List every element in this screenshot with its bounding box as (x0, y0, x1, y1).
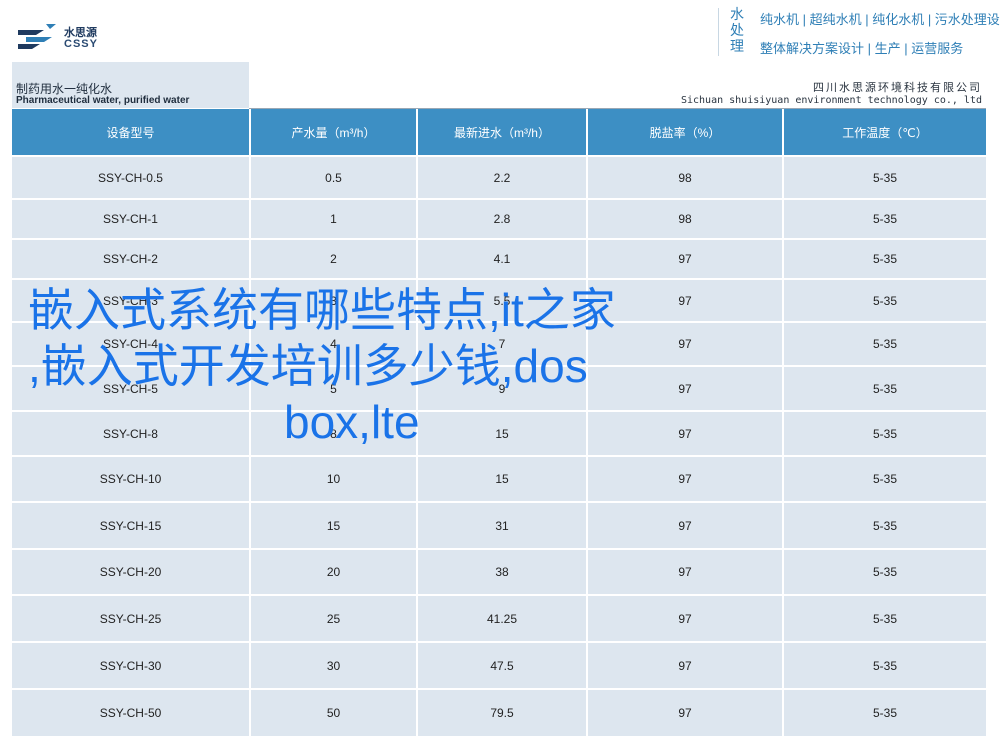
cell-output: 25 (250, 594, 418, 642)
cell-model: SSY-CH-20 (12, 548, 251, 595)
cell-output: 15 (250, 501, 418, 549)
cell-model: SSY-CH-10 (12, 455, 251, 502)
cell-temperature: 5-35 (783, 238, 986, 279)
cell-desalination: 97 (587, 455, 784, 502)
table-row: SSY-CH-0.5 0.5 2.2 98 5-35 (12, 155, 986, 199)
cell-inflow: 2.8 (417, 198, 588, 239)
cell-inflow: 15 (417, 455, 588, 502)
column-header-temperature: 工作温度（℃） (783, 109, 986, 156)
header-divider (718, 8, 719, 56)
company-name-en: Sichuan shuisiyuan environment technolog… (680, 95, 982, 106)
cell-output: 2 (250, 238, 418, 279)
cell-desalination: 97 (587, 641, 784, 689)
cell-inflow: 2.2 (417, 155, 588, 199)
cell-output: 1 (250, 198, 418, 239)
cell-inflow: 4.1 (417, 238, 588, 279)
logo-name-en: CSSY (64, 38, 98, 50)
cell-output: 0.5 (250, 155, 418, 199)
cell-temperature: 5-35 (783, 198, 986, 239)
overlay-line-1: 嵌入式系统有哪些特点,it之家 (28, 284, 616, 336)
table-row: SSY-CH-10 10 15 97 5-35 (12, 455, 986, 502)
logo-icon (18, 24, 56, 49)
slogan-products: 纯水机 | 超纯水机 | 纯化水机 | 污水处理设备 (760, 12, 1000, 27)
table-row: SSY-CH-2 2 4.1 97 5-35 (12, 238, 986, 279)
cell-output: 30 (250, 641, 418, 689)
cell-model: SSY-CH-0.5 (12, 155, 251, 199)
cell-desalination: 98 (587, 198, 784, 239)
cell-model: SSY-CH-25 (12, 594, 251, 642)
cell-inflow: 47.5 (417, 641, 588, 689)
cell-output: 10 (250, 455, 418, 502)
cell-temperature: 5-35 (783, 455, 986, 502)
cell-desalination: 97 (587, 238, 784, 279)
cell-model: SSY-CH-30 (12, 641, 251, 689)
title-bar: 制药用水一纯化水 Pharmaceutical water, purified … (12, 62, 986, 109)
title-left-panel: 制药用水一纯化水 Pharmaceutical water, purified … (12, 62, 249, 108)
cell-inflow: 79.5 (417, 688, 588, 736)
cell-inflow: 31 (417, 501, 588, 549)
cell-temperature: 5-35 (783, 501, 986, 549)
column-header-inflow: 最新进水（m³/h） (417, 109, 588, 156)
cell-temperature: 5-35 (783, 548, 986, 595)
cell-inflow: 38 (417, 548, 588, 595)
column-header-desalination: 脱盐率（%） (587, 109, 784, 156)
cell-model: SSY-CH-15 (12, 501, 251, 549)
cell-desalination: 98 (587, 155, 784, 199)
company-name-cn: 四川水思源环境科技有限公司 (813, 81, 982, 94)
cell-desalination: 97 (587, 594, 784, 642)
cell-temperature: 5-35 (783, 641, 986, 689)
category-title-en: Pharmaceutical water, purified water (16, 95, 190, 106)
cell-desalination: 97 (587, 548, 784, 595)
logo[interactable]: 水思源 CSSY (16, 20, 126, 56)
table-row: SSY-CH-1 1 2.8 98 5-35 (12, 198, 986, 239)
column-header-output: 产水量（m³/h） (250, 109, 418, 156)
top-header: 水思源 CSSY 水处理 纯水机 | 超纯水机 | 纯化水机 | 污水处理设备 … (0, 0, 1000, 62)
table-row: SSY-CH-20 20 38 97 5-35 (12, 548, 986, 595)
slogan-services: 整体解决方案设计 | 生产 | 运营服务 (760, 41, 964, 56)
overlay-headline: 嵌入式系统有哪些特点,it之家 ,嵌入式开发培训多少钱,dos box,lte (28, 282, 888, 450)
cell-temperature: 5-35 (783, 688, 986, 736)
cell-model: SSY-CH-1 (12, 198, 251, 239)
cell-temperature: 5-35 (783, 594, 986, 642)
cell-model: SSY-CH-2 (12, 238, 251, 279)
table-row: SSY-CH-25 25 41.25 97 5-35 (12, 594, 986, 642)
cell-inflow: 41.25 (417, 594, 588, 642)
cell-desalination: 97 (587, 688, 784, 736)
overlay-line-2: ,嵌入式开发培训多少钱,dos (28, 340, 588, 392)
table-header-row: 设备型号 产水量（m³/h） 最新进水（m³/h） 脱盐率（%） 工作温度（℃） (12, 109, 986, 156)
cell-output: 50 (250, 688, 418, 736)
overlay-line-3: box,lte (284, 396, 420, 448)
table-row: SSY-CH-15 15 31 97 5-35 (12, 501, 986, 549)
table-row: SSY-CH-50 50 79.5 97 5-35 (12, 688, 986, 736)
column-header-model: 设备型号 (12, 109, 251, 156)
vertical-title: 水处理 (730, 6, 744, 54)
table-row: SSY-CH-30 30 47.5 97 5-35 (12, 641, 986, 689)
cell-desalination: 97 (587, 501, 784, 549)
cell-output: 20 (250, 548, 418, 595)
cell-temperature: 5-35 (783, 155, 986, 199)
cell-model: SSY-CH-50 (12, 688, 251, 736)
